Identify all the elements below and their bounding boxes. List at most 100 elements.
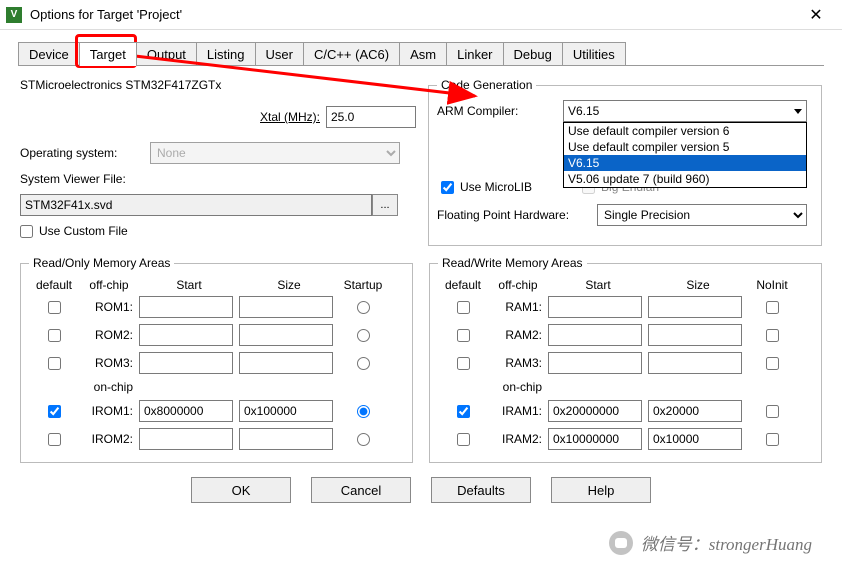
readonly-memory-group: Read/Only Memory Areas default off-chip … [20, 256, 413, 463]
mem-noinit-checkbox[interactable] [766, 357, 779, 370]
mem-size-input[interactable] [648, 428, 742, 450]
mem-size-input[interactable] [648, 296, 742, 318]
use-custom-file-checkbox[interactable] [20, 225, 33, 238]
os-select[interactable]: None [150, 142, 400, 164]
mem-name: IROM1: [79, 404, 139, 418]
mem-default-checkbox[interactable] [457, 433, 470, 446]
mem-noinit-checkbox[interactable] [766, 329, 779, 342]
mem-startup-radio[interactable] [357, 301, 370, 314]
mem-start-input[interactable] [548, 324, 642, 346]
mem-start-input[interactable] [548, 296, 642, 318]
mem-startup-radio[interactable] [357, 433, 370, 446]
device-label: STMicroelectronics STM32F417ZGTx [20, 78, 221, 92]
mem-default-checkbox[interactable] [48, 357, 61, 370]
mem-start-input[interactable] [139, 296, 233, 318]
mem-name: RAM3: [488, 356, 548, 370]
mem-size-input[interactable] [239, 428, 333, 450]
mem-default-checkbox[interactable] [48, 433, 61, 446]
tab-debug[interactable]: Debug [503, 42, 563, 66]
wechat-icon [609, 531, 633, 555]
mem-name: RAM2: [488, 328, 548, 342]
svf-label: System Viewer File: [20, 172, 126, 186]
col-start: Start [548, 278, 648, 292]
col-default: default [438, 278, 488, 292]
mem-name: ROM3: [79, 356, 139, 370]
mem-default-checkbox[interactable] [48, 405, 61, 418]
tab-listing[interactable]: Listing [196, 42, 256, 66]
col-size: Size [239, 278, 339, 292]
compiler-option[interactable]: Use default compiler version 5 [564, 139, 806, 155]
mem-size-input[interactable] [648, 400, 742, 422]
button-bar: OK Cancel Defaults Help [20, 477, 822, 503]
mem-default-checkbox[interactable] [457, 405, 470, 418]
mem-default-checkbox[interactable] [457, 357, 470, 370]
mem-startup-radio[interactable] [357, 329, 370, 342]
readwrite-legend: Read/Write Memory Areas [438, 256, 587, 270]
tab-linker[interactable]: Linker [446, 42, 503, 66]
mem-startup-radio[interactable] [357, 357, 370, 370]
compiler-option[interactable]: Use default compiler version 6 [564, 123, 806, 139]
ok-button[interactable]: OK [191, 477, 291, 503]
use-microlib-label: Use MicroLIB [460, 180, 532, 194]
col-size: Size [648, 278, 748, 292]
tab-output[interactable]: Output [136, 42, 197, 66]
help-button[interactable]: Help [551, 477, 651, 503]
mem-noinit-checkbox[interactable] [766, 405, 779, 418]
mem-start-input[interactable] [548, 352, 642, 374]
arm-compiler-label: ARM Compiler: [437, 104, 563, 118]
use-custom-file-label: Use Custom File [39, 224, 128, 238]
compiler-option[interactable]: V5.06 update 7 (build 960) [564, 171, 806, 187]
tab-target[interactable]: Target [79, 42, 137, 66]
mem-default-checkbox[interactable] [48, 301, 61, 314]
mem-start-input[interactable] [139, 324, 233, 346]
close-button[interactable]: ✕ [796, 1, 836, 29]
os-label: Operating system: [20, 146, 150, 160]
readonly-legend: Read/Only Memory Areas [29, 256, 174, 270]
mem-name: ROM1: [79, 300, 139, 314]
mem-noinit-checkbox[interactable] [766, 433, 779, 446]
mem-start-input[interactable] [139, 428, 233, 450]
defaults-button[interactable]: Defaults [431, 477, 531, 503]
mem-name: IROM2: [79, 432, 139, 446]
mem-start-input[interactable] [139, 400, 233, 422]
mem-size-input[interactable] [648, 324, 742, 346]
mem-size-input[interactable] [239, 296, 333, 318]
fph-select[interactable]: Single Precision [597, 204, 807, 226]
col-offchip: off-chip [79, 278, 139, 292]
mem-default-checkbox[interactable] [457, 329, 470, 342]
compiler-option[interactable]: V6.15 [564, 155, 806, 171]
mem-default-checkbox[interactable] [457, 301, 470, 314]
mem-size-input[interactable] [239, 324, 333, 346]
mem-name: ROM2: [79, 328, 139, 342]
tab-user[interactable]: User [255, 42, 304, 66]
tab-bar: Device Target Output Listing User C/C++ … [0, 30, 842, 66]
mem-size-input[interactable] [648, 352, 742, 374]
mem-start-input[interactable] [139, 352, 233, 374]
col-startup: Startup [339, 278, 387, 292]
tab-asm[interactable]: Asm [399, 42, 447, 66]
mem-noinit-checkbox[interactable] [766, 301, 779, 314]
mem-startup-radio[interactable] [357, 405, 370, 418]
xtal-label: Xtal (MHz): [260, 110, 320, 124]
cancel-button[interactable]: Cancel [311, 477, 411, 503]
tab-device[interactable]: Device [18, 42, 80, 66]
arm-compiler-dropdown: Use default compiler version 6 Use defau… [563, 122, 807, 188]
window-title: Options for Target 'Project' [30, 7, 796, 22]
code-generation-legend: Code Generation [437, 78, 536, 92]
readwrite-memory-group: Read/Write Memory Areas default off-chip… [429, 256, 822, 463]
use-microlib-checkbox[interactable] [441, 181, 454, 194]
tab-utilities[interactable]: Utilities [562, 42, 626, 66]
svf-browse-button[interactable]: ... [372, 194, 398, 216]
mem-start-input[interactable] [548, 428, 642, 450]
xtal-input[interactable] [326, 106, 416, 128]
col-start: Start [139, 278, 239, 292]
tab-cpp[interactable]: C/C++ (AC6) [303, 42, 400, 66]
mem-size-input[interactable] [239, 400, 333, 422]
mem-name: IRAM1: [488, 404, 548, 418]
mem-size-input[interactable] [239, 352, 333, 374]
arm-compiler-select[interactable]: V6.15 [563, 100, 807, 122]
mem-start-input[interactable] [548, 400, 642, 422]
arm-compiler-value: V6.15 [568, 104, 599, 118]
mem-default-checkbox[interactable] [48, 329, 61, 342]
col-noinit: NoInit [748, 278, 796, 292]
